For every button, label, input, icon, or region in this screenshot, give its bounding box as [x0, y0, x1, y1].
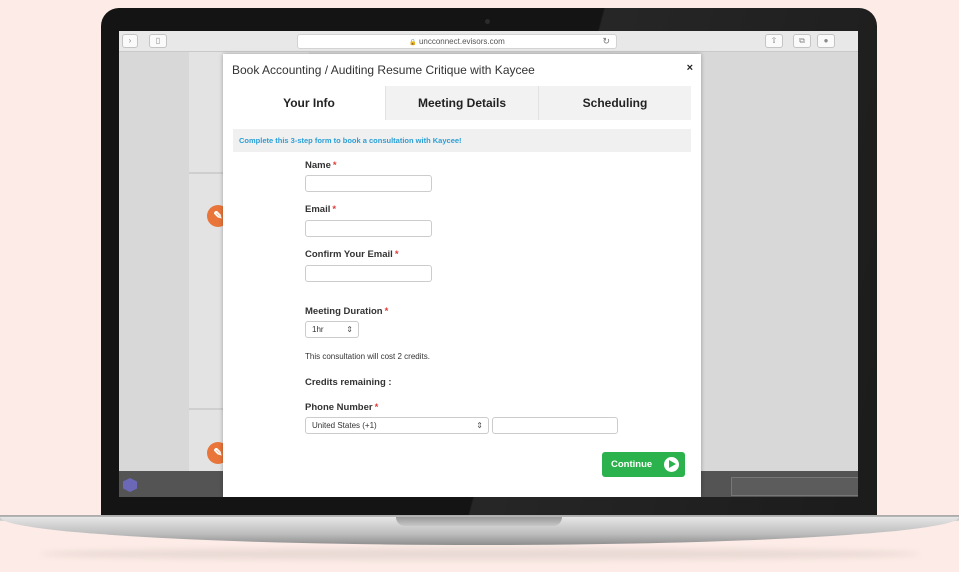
- address-bar[interactable]: 🔒 uncconnect.evisors.com ↻: [297, 34, 617, 49]
- camera: [485, 19, 490, 24]
- phone-label: Phone Number *: [305, 402, 378, 413]
- email-field[interactable]: [305, 220, 432, 237]
- name-label-text: Name: [305, 160, 331, 171]
- confirm-email-label-text: Confirm Your Email: [305, 249, 393, 260]
- url-text: uncconnect.evisors.com: [418, 37, 505, 46]
- tab-scheduling[interactable]: Scheduling: [539, 86, 691, 120]
- required-mark: *: [374, 402, 379, 413]
- laptop-notch: [396, 517, 562, 526]
- continue-label: Continue: [611, 459, 653, 470]
- modal-title: Book Accounting / Auditing Resume Critiq…: [232, 63, 535, 77]
- laptop-shadow: [40, 548, 920, 560]
- tab-meeting-details[interactable]: Meeting Details: [386, 86, 539, 120]
- country-select[interactable]: United States (+1) ⇕: [305, 417, 489, 434]
- lock-icon: 🔒: [409, 40, 417, 46]
- close-icon[interactable]: ×: [687, 62, 693, 74]
- phone-field[interactable]: [492, 417, 618, 434]
- select-arrows-icon: ⇕: [476, 421, 483, 430]
- browser-toolbar: › ▯ 🔒 uncconnect.evisors.com ↻ ⇧ ⧉ ●: [119, 31, 858, 52]
- duration-label: Meeting Duration *: [305, 306, 388, 317]
- laptop-frame: › ▯ 🔒 uncconnect.evisors.com ↻ ⇧ ⧉ ● ✎ ✎…: [0, 0, 959, 572]
- confirm-email-field[interactable]: [305, 265, 432, 282]
- country-value: United States (+1): [312, 421, 377, 430]
- required-mark: *: [332, 204, 337, 215]
- phone-label-text: Phone Number: [305, 402, 373, 413]
- continue-button[interactable]: Continue: [602, 452, 685, 477]
- duration-label-text: Meeting Duration: [305, 306, 383, 317]
- required-mark: *: [384, 306, 389, 317]
- screen: › ▯ 🔒 uncconnect.evisors.com ↻ ⇧ ⧉ ● ✎ ✎…: [119, 31, 858, 497]
- info-banner: Complete this 3-step form to book a cons…: [233, 129, 691, 152]
- email-label: Email *: [305, 204, 336, 215]
- sidebar-icon[interactable]: ▯: [149, 34, 167, 48]
- required-mark: *: [332, 160, 337, 171]
- confirm-email-label: Confirm Your Email *: [305, 249, 399, 260]
- email-label-text: Email: [305, 204, 331, 215]
- tab-your-info[interactable]: Your Info: [233, 86, 386, 120]
- play-arrow-icon: [664, 457, 679, 472]
- forward-icon[interactable]: ›: [122, 34, 138, 48]
- name-label: Name *: [305, 160, 337, 171]
- required-mark: *: [394, 249, 399, 260]
- booking-modal: Book Accounting / Auditing Resume Critiq…: [223, 54, 701, 497]
- select-arrows-icon: ⇕: [346, 325, 353, 334]
- bottom-input[interactable]: [731, 477, 858, 496]
- duration-select[interactable]: 1hr ⇕: [305, 321, 359, 338]
- reload-icon[interactable]: ↻: [602, 35, 610, 48]
- tabs-icon[interactable]: ⧉: [793, 34, 811, 48]
- name-field[interactable]: [305, 175, 432, 192]
- duration-value: 1hr: [312, 325, 324, 334]
- credits-label: Credits remaining :: [305, 377, 392, 388]
- share-icon[interactable]: ⇧: [765, 34, 783, 48]
- download-icon[interactable]: ●: [817, 34, 835, 48]
- cost-text: This consultation will cost 2 credits.: [305, 352, 430, 361]
- step-tabs: Your Info Meeting Details Scheduling: [233, 86, 691, 120]
